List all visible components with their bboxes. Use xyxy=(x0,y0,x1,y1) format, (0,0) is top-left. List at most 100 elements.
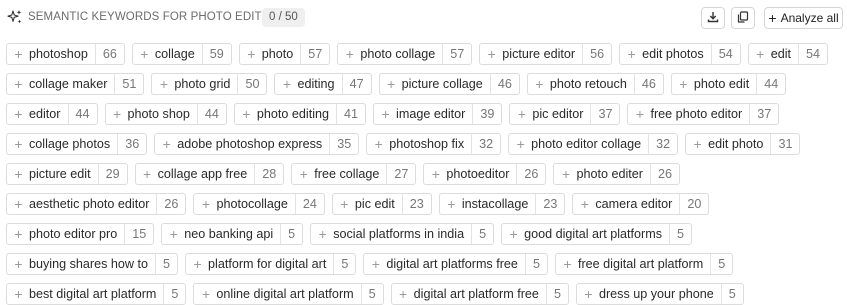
keyword-term: photoshop xyxy=(29,47,88,61)
keyword-volume: 37 xyxy=(749,104,778,124)
keyword-chip[interactable]: + edit photos 54 xyxy=(619,43,741,65)
keyword-chip[interactable]: + photo editer 26 xyxy=(553,163,680,185)
keyword-chip[interactable]: + digital art platform free 5 xyxy=(390,283,569,305)
keyword-term: pic editor xyxy=(532,107,584,121)
keyword-chip[interactable]: + camera editor 20 xyxy=(572,193,710,215)
keyword-volume: 5 xyxy=(720,284,743,304)
keyword-chip[interactable]: + dress up your phone 5 xyxy=(575,283,744,305)
analyze-all-button[interactable]: + Analyze all xyxy=(764,7,843,29)
keyword-term: platform for digital art xyxy=(208,257,327,271)
keyword-chip[interactable]: + edit 54 xyxy=(747,43,829,65)
plus-icon: + xyxy=(169,226,178,242)
keyword-chip[interactable]: + photo edit 44 xyxy=(670,73,787,95)
keyword-chip[interactable]: + best digital art platform 5 xyxy=(6,283,187,305)
keyword-chip[interactable]: + social platforms in india 5 xyxy=(310,223,495,245)
plus-icon: + xyxy=(242,106,251,122)
plus-icon: + xyxy=(517,106,526,122)
keyword-chip[interactable]: + edit photo 31 xyxy=(685,133,801,155)
keyword-chip[interactable]: + aesthetic photo editor 26 xyxy=(6,193,187,215)
plus-icon: + xyxy=(14,106,23,122)
plus-icon: + xyxy=(768,9,777,26)
keyword-chip[interactable]: + instacollage 23 xyxy=(438,193,566,215)
plus-icon: + xyxy=(143,166,152,182)
keyword-chip[interactable]: + digital art platforms free 5 xyxy=(363,253,548,275)
keyword-term: picture editor xyxy=(502,47,576,61)
plus-icon: + xyxy=(140,46,149,62)
keyword-chip[interactable]: + collage 59 xyxy=(131,43,232,65)
keyword-term: photo xyxy=(261,47,294,61)
keyword-chip[interactable]: + photocollage 24 xyxy=(193,193,325,215)
keyword-chip[interactable]: + buying shares how to 5 xyxy=(6,253,179,275)
keyword-volume: 44 xyxy=(196,104,226,124)
keyword-volume: 56 xyxy=(582,44,611,64)
keyword-chip[interactable]: + photoshop fix 32 xyxy=(366,133,502,155)
keyword-chip[interactable]: + picture editor 56 xyxy=(479,43,613,65)
keyword-chip[interactable]: + free photo editor 37 xyxy=(627,103,780,125)
keyword-volume: 36 xyxy=(117,134,146,154)
keyword-term: online digital art platform xyxy=(216,287,354,301)
keyword-chip[interactable]: + editing 47 xyxy=(274,73,372,95)
keyword-volume: 57 xyxy=(442,44,471,64)
keyword-term: social platforms in india xyxy=(333,227,465,241)
keyword-chip[interactable]: + collage maker 51 xyxy=(6,73,145,95)
plus-icon: + xyxy=(387,76,396,92)
keyword-volume: 35 xyxy=(329,134,358,154)
keyword-chip[interactable]: + photo retouch 46 xyxy=(526,73,664,95)
keyword-chip[interactable]: + neo banking api 5 xyxy=(161,223,304,245)
keyword-volume: 26 xyxy=(156,194,185,214)
keyword-volume: 31 xyxy=(770,134,799,154)
copy-button[interactable] xyxy=(731,7,755,29)
plus-icon: + xyxy=(431,166,440,182)
plus-icon: + xyxy=(14,46,23,62)
keyword-volume: 5 xyxy=(155,254,177,274)
download-button[interactable] xyxy=(701,7,725,29)
keyword-chip[interactable]: + adobe photoshop express 35 xyxy=(154,133,360,155)
keyword-chip[interactable]: + editor 44 xyxy=(6,103,98,125)
plus-icon: + xyxy=(374,136,383,152)
keyword-term: editor xyxy=(29,107,61,121)
keyword-volume: 44 xyxy=(67,104,97,124)
keyword-chip[interactable]: + photoeditor 26 xyxy=(423,163,547,185)
keyword-term: photoshop fix xyxy=(389,137,465,151)
keyword-chip[interactable]: + photo editing 41 xyxy=(233,103,367,125)
keyword-chip[interactable]: + free digital art platform 5 xyxy=(554,253,734,275)
keyword-chip[interactable]: + image editor 39 xyxy=(373,103,503,125)
plus-icon: + xyxy=(345,46,354,62)
keyword-chip[interactable]: + free collage 27 xyxy=(291,163,417,185)
keyword-term: photo retouch xyxy=(549,77,627,91)
keyword-chip[interactable]: + pic edit 23 xyxy=(331,193,432,215)
keyword-volume: 39 xyxy=(472,104,501,124)
keyword-chip[interactable]: + good digital art platforms 5 xyxy=(501,223,693,245)
keyword-term: edit xyxy=(770,47,792,61)
keyword-chip[interactable]: + pic editor 37 xyxy=(509,103,621,125)
keyword-term: image editor xyxy=(396,107,466,121)
keyword-chip[interactable]: + photo grid 50 xyxy=(151,73,268,95)
keyword-chip[interactable]: + photo 57 xyxy=(238,43,331,65)
keyword-volume: 57 xyxy=(300,44,329,64)
keyword-chip[interactable]: + photo editor collage 32 xyxy=(508,133,679,155)
keyword-volume: 15 xyxy=(124,224,153,244)
keyword-chip[interactable]: + collage app free 28 xyxy=(134,163,285,185)
plus-icon: + xyxy=(282,76,292,92)
keyword-term: digital art platforms free xyxy=(386,257,518,271)
keyword-term: collage app free xyxy=(157,167,248,181)
keyword-term: photo edit xyxy=(693,77,750,91)
keyword-term: adobe photoshop express xyxy=(177,137,323,151)
keyword-volume: 5 xyxy=(545,284,568,304)
keyword-chip-list: + photoshop 66 + collage 59 + photo 57 + photo col… xyxy=(6,43,844,305)
keyword-chip[interactable]: + photo editor pro 15 xyxy=(6,223,155,245)
keyword-volume: 46 xyxy=(489,74,519,94)
keyword-chip[interactable]: + online digital art platform 5 xyxy=(193,283,384,305)
keyword-volume: 5 xyxy=(669,224,691,244)
selected-count-badge: 0 / 50 xyxy=(262,8,305,27)
keyword-chip[interactable]: + photo collage 57 xyxy=(337,43,473,65)
keyword-volume: 46 xyxy=(633,74,663,94)
keyword-chip[interactable]: + collage photos 36 xyxy=(6,133,148,155)
keyword-chip[interactable]: + photo shop 44 xyxy=(104,103,227,125)
keyword-chip[interactable]: + platform for digital art 5 xyxy=(185,253,357,275)
keyword-chip[interactable]: + photoshop 66 xyxy=(6,43,125,65)
keyword-volume: 5 xyxy=(333,254,355,274)
keyword-chip[interactable]: + picture edit 29 xyxy=(6,163,128,185)
plus-icon: + xyxy=(247,46,256,62)
keyword-chip[interactable]: + picture collage 46 xyxy=(378,73,520,95)
